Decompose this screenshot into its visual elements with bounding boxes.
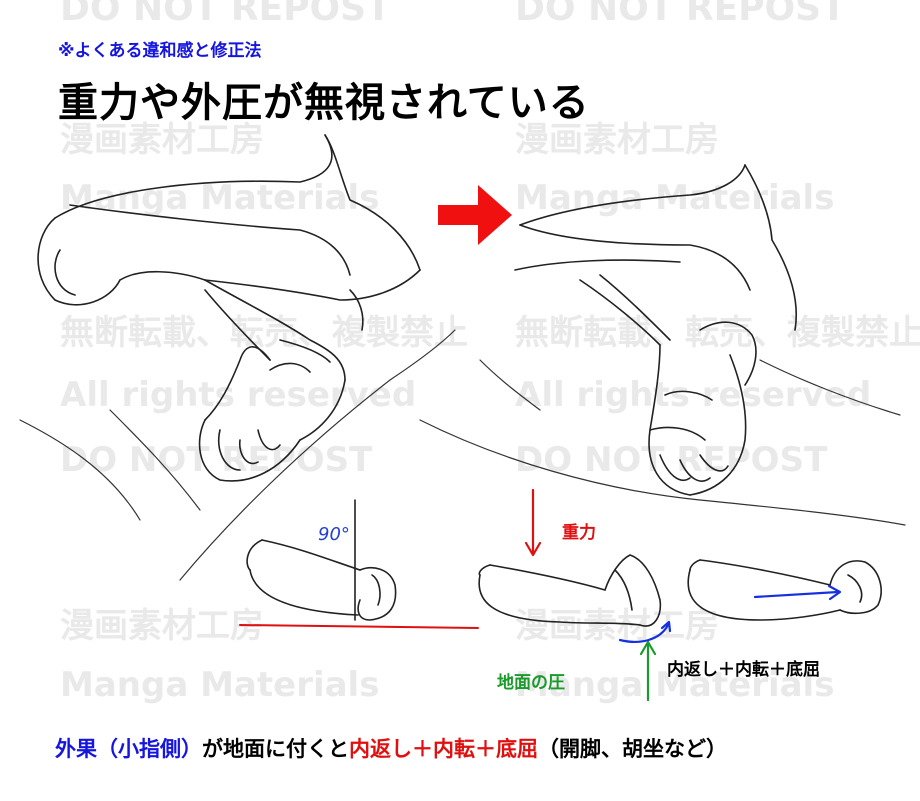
- right-leg-sketch: [514, 164, 798, 496]
- result-label: 内返し＋内転＋底屈: [667, 660, 820, 680]
- footer-part-result: 内返し＋内転＋底屈: [349, 737, 538, 761]
- right-floor-lines: [419, 359, 906, 526]
- gravity-label: 重力: [562, 523, 596, 543]
- ground-pressure-label: 地面の圧: [497, 673, 565, 693]
- diagram-foot-vertical: [246, 499, 397, 621]
- angle-label: 90°: [318, 524, 350, 545]
- gravity-arrow-icon: [524, 488, 542, 557]
- inversion-arrow-icon: [753, 584, 842, 601]
- big-red-arrow-icon: [438, 185, 512, 245]
- rotation-arrow-icon: [618, 620, 672, 643]
- footer-part-condition: が地面に付くと: [202, 737, 349, 761]
- ground-line: [239, 624, 479, 629]
- footer-caption: 外果（小指側）が地面に付くと内返し＋内転＋底屈（開脚、胡坐など）: [55, 733, 727, 763]
- footer-part-lateral-malleolus: 外果（小指側）: [55, 737, 202, 761]
- sketch-illustration: [19, 134, 906, 702]
- ground-pressure-arrow-icon: [639, 640, 657, 702]
- footer-part-examples: （開脚、胡坐など）: [538, 737, 727, 761]
- diagram-foot-inverted: [478, 554, 662, 627]
- left-leg-sketch: [37, 134, 421, 482]
- diagram-foot-turned: [687, 559, 882, 621]
